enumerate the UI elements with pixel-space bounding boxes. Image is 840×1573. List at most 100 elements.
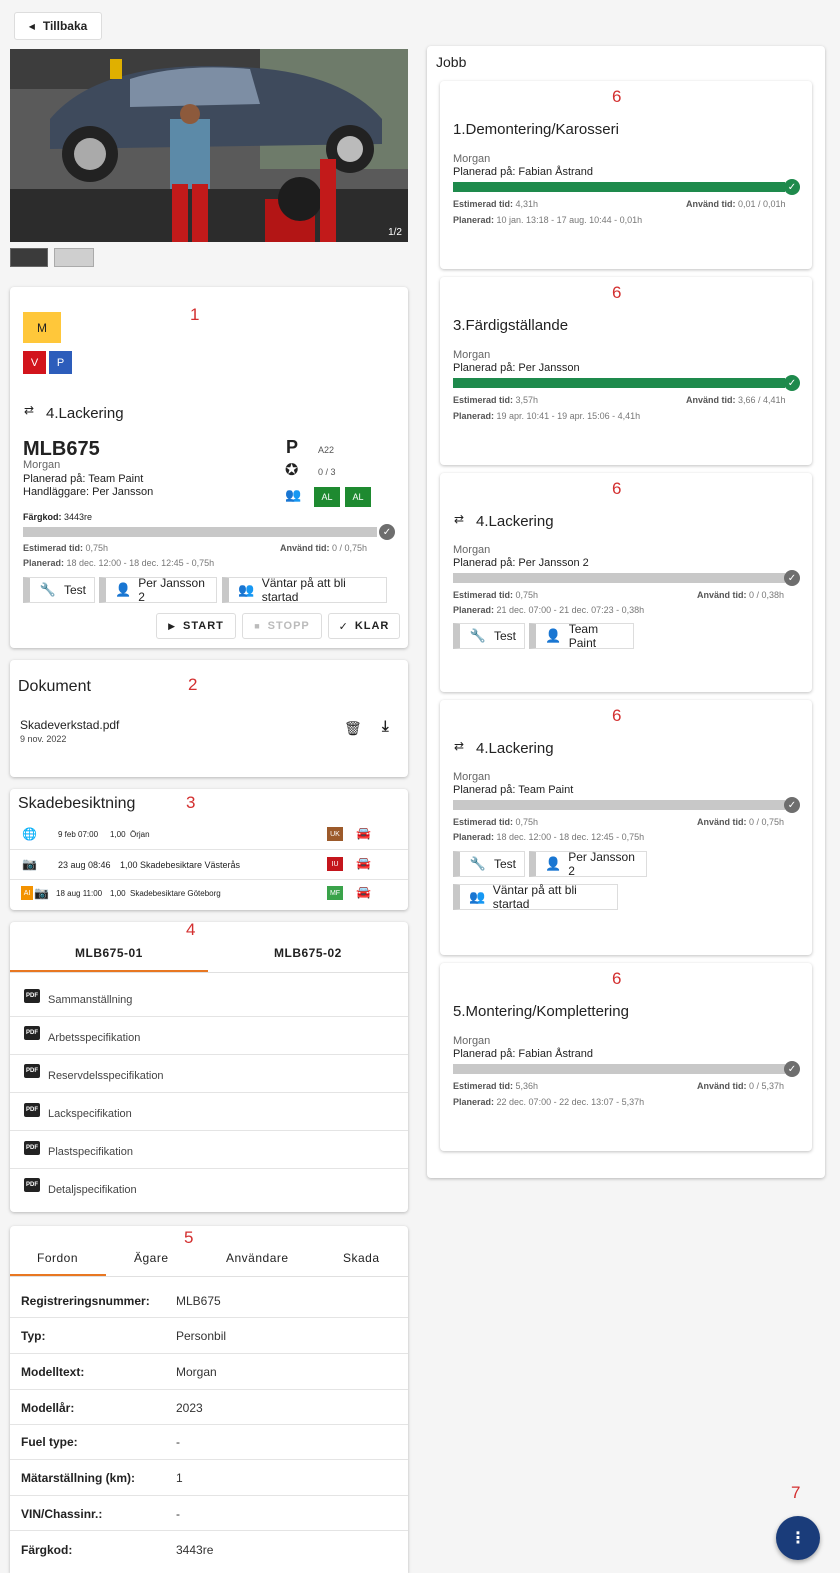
wrench-icon: 🔧 — [469, 628, 487, 643]
spray-icon: ⇄ — [454, 512, 465, 526]
section-number: 3 — [186, 793, 196, 812]
info-row: VIN/Chassinr.: - — [10, 1496, 408, 1531]
download-icon[interactable]: ⤓ — [382, 718, 389, 735]
pdf-icon: PDF — [24, 1026, 40, 1040]
spray-icon: ⇄ — [454, 739, 465, 753]
tag-test[interactable]: 🔧 Test — [453, 623, 525, 649]
tag-person[interactable]: 👤 Team Paint — [529, 622, 634, 650]
group-icon: 👥 — [238, 582, 255, 597]
info-row: Fuel type: - — [10, 1425, 408, 1460]
pdf-icon: PDF — [24, 1141, 40, 1155]
inspection-row[interactable]: 🌐 9 feb 07:00 1,00 Örjan UK 🚘 — [10, 820, 408, 850]
parking-value: A22 — [318, 445, 335, 455]
tab-skada[interactable]: Skada — [343, 1251, 380, 1265]
camera-icon: 📷 — [34, 886, 49, 900]
stop-icon: ■ — [254, 621, 261, 631]
section-number: 4 — [186, 920, 196, 939]
list-item[interactable]: PDF Sammanställning — [10, 979, 408, 1017]
badge-v: V — [23, 351, 46, 374]
tab-anvandare[interactable]: Användare — [226, 1251, 289, 1265]
section-number: 2 — [188, 675, 198, 694]
tab-agare[interactable]: Ägare — [134, 1251, 169, 1265]
specifications-card: 4 MLB675-01 MLB675-02 PDF Sammanställnin… — [10, 920, 408, 1212]
tag-status[interactable]: 👥 Väntar på att bli startad — [453, 883, 618, 911]
jobs-panel: Jobb 6 1.Demontering/Karosseri Morgan Pl… — [427, 46, 825, 1178]
inspection-card: 3 Skadebesiktning 🌐 9 feb 07:00 1,00 Örj… — [10, 789, 408, 910]
tab-mlb675-02[interactable]: MLB675-02 — [274, 946, 342, 960]
inspection-row[interactable]: AI 📷 18 aug 11:00 1,00 Skadebesiktare Gö… — [10, 880, 408, 910]
progress-bar — [453, 573, 785, 583]
parts-value: 0 / 3 — [318, 467, 336, 477]
job-card[interactable]: 6 3.Färdigställande Morgan Planerad på: … — [440, 277, 812, 465]
job-title: 5.Montering/Komplettering — [453, 1003, 629, 1020]
color-code: Färgkod: 3443re — [23, 512, 93, 522]
documents-card: 2 Dokument Skadeverkstad.pdf 9 nov. 2022… — [10, 660, 408, 777]
tag-test[interactable]: 🔧 Test — [23, 577, 95, 603]
tag-status[interactable]: 👥 Väntar på att bli startad — [222, 576, 387, 604]
job-title: 3.Färdigställande — [453, 317, 569, 334]
vehicle-job-card: 1 M V P ⇄ 4.Lackering MLB675 Morgan Plan… — [10, 287, 408, 648]
info-row: Mätarställning (km): 1 — [10, 1460, 408, 1496]
tab-fordon[interactable]: Fordon — [37, 1251, 78, 1265]
info-row: Modelltext: Morgan — [10, 1354, 408, 1390]
wrench-icon: 🔧 — [39, 582, 57, 597]
person-icon: 👤 — [545, 628, 562, 643]
badge-p: P — [49, 351, 72, 374]
list-item[interactable]: PDF Detaljspecifikation — [10, 1169, 408, 1207]
inspection-badge: UK — [327, 827, 343, 841]
spray-icon: ⇄ — [24, 403, 35, 417]
estimated-time: Estimerad tid: 0,75h — [23, 543, 109, 553]
thumbnail-1[interactable] — [10, 248, 48, 267]
person-icon: 👤 — [545, 856, 562, 871]
trash-icon[interactable]: 🗑 — [344, 720, 362, 737]
document-date: 9 nov. 2022 — [20, 734, 67, 744]
check-icon: ✓ — [784, 375, 800, 391]
stop-button[interactable]: ■ STOPP — [242, 613, 322, 639]
tab-mlb675-01[interactable]: MLB675-01 — [75, 946, 143, 960]
vehicle-photo[interactable]: 1/2 — [10, 49, 408, 242]
job-card[interactable]: 6 ⇄ 4.Lackering Morgan Planerad på: Per … — [440, 473, 812, 692]
chevron-left-icon: ◀ — [28, 21, 35, 31]
handler: Handläggare: Per Jansson — [23, 486, 154, 498]
pdf-icon: PDF — [24, 1064, 40, 1078]
section-number: 5 — [184, 1228, 194, 1247]
planned-on: Planerad på: Team Paint — [23, 473, 144, 485]
done-button[interactable]: ✓ KLAR — [328, 613, 400, 639]
car-icon: 🚘 — [356, 856, 371, 870]
assignee-icon: 👥 — [285, 487, 302, 502]
more-options-fab[interactable]: ⋮ — [776, 1516, 820, 1560]
wrench-icon: 🔧 — [469, 856, 487, 871]
job-card[interactable]: 6 1.Demontering/Karosseri Morgan Planera… — [440, 81, 812, 269]
job-title: 4.Lackering — [46, 405, 124, 422]
thumbnail-2[interactable] — [54, 248, 94, 267]
progress-bar — [23, 527, 377, 537]
al-badge-1: AL — [314, 487, 340, 507]
back-button[interactable]: ◀ Tillbaka — [14, 12, 102, 40]
used-time: Använd tid: 0 / 0,75h — [280, 543, 368, 553]
tab-divider — [10, 972, 408, 973]
car-icon: 🚘 — [356, 885, 371, 899]
start-button[interactable]: ▶ START — [156, 613, 236, 639]
progress-bar — [453, 800, 785, 810]
job-title: 4.Lackering — [476, 740, 554, 757]
list-item[interactable]: PDF Plastspecifikation — [10, 1131, 408, 1169]
tag-person[interactable]: 👤 Per Jansson 2 — [99, 576, 217, 604]
job-card[interactable]: 6 5.Montering/Komplettering Morgan Plane… — [440, 963, 812, 1151]
jobs-title: Jobb — [436, 54, 467, 70]
inspection-badge: IU — [327, 857, 343, 871]
tag-test[interactable]: 🔧 Test — [453, 851, 525, 877]
job-card[interactable]: 6 ⇄ 4.Lackering Morgan Planerad på: Team… — [440, 700, 812, 955]
list-item[interactable]: PDF Arbetsspecifikation — [10, 1017, 408, 1055]
list-item[interactable]: PDF Lackspecifikation — [10, 1093, 408, 1131]
model-text: Morgan — [23, 459, 61, 471]
pdf-icon: PDF — [24, 1178, 40, 1192]
checkmark-icon: ✓ — [338, 620, 349, 633]
list-item[interactable]: PDF Reservdelsspecifikation — [10, 1055, 408, 1093]
info-row: Modellår: 2023 — [10, 1390, 408, 1425]
info-row: Typ: Personbil — [10, 1318, 408, 1354]
ai-badge: AI — [21, 886, 33, 900]
document-file-name[interactable]: Skadeverkstad.pdf — [20, 718, 119, 732]
inspection-row[interactable]: 📷 23 aug 08:46 1,00 Skadebesiktare Väste… — [10, 850, 408, 880]
job-title: 1.Demontering/Karosseri — [453, 121, 619, 138]
tag-person[interactable]: 👤 Per Jansson 2 — [529, 850, 647, 878]
